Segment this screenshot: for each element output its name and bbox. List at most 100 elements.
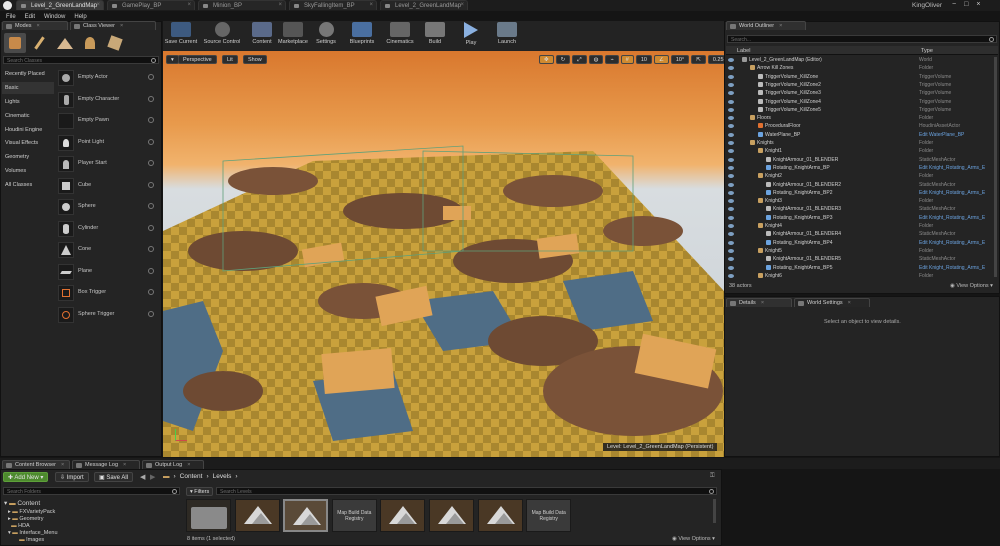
visibility-eye-icon[interactable] <box>728 190 734 195</box>
visibility-eye-icon[interactable] <box>728 66 734 71</box>
close-icon[interactable]: × <box>37 23 40 29</box>
close-icon[interactable]: × <box>96 2 100 8</box>
category-basic[interactable]: Basic <box>2 82 54 94</box>
geometry-mode-icon[interactable] <box>104 33 126 53</box>
translate-icon[interactable]: ✥ <box>539 55 554 64</box>
place-item-sphere[interactable]: Sphere <box>56 197 158 217</box>
breadcrumb-levels[interactable]: Levels <box>213 473 232 480</box>
place-item-empty-pawn[interactable]: Empty Pawn <box>56 111 158 131</box>
outliner-row[interactable]: Arrow Kill Zones Folder <box>726 64 996 72</box>
outliner-row[interactable]: TriggerVolume_KillZone5 TriggerVolume <box>726 106 996 114</box>
edit-blueprint-link[interactable]: Edit WaterPlane_BP <box>919 132 964 138</box>
level-asset-tile[interactable] <box>380 499 426 532</box>
close-icon[interactable]: × <box>187 2 191 8</box>
level-asset-tile[interactable] <box>234 499 280 532</box>
tree-content[interactable]: ▾ ▬ Content <box>4 499 40 507</box>
close-icon[interactable]: × <box>61 462 64 468</box>
visibility-eye-icon[interactable] <box>728 107 734 112</box>
info-icon[interactable] <box>148 182 154 188</box>
outliner-row[interactable]: Knight4 Folder <box>726 222 996 230</box>
column-type[interactable]: Type <box>921 48 933 54</box>
category-geometry[interactable]: Geometry <box>2 151 54 163</box>
surface-snap-icon[interactable]: ⌁ <box>605 55 619 64</box>
outliner-row[interactable]: KnightArmour_01_BLENDER5 StaticMeshActor <box>726 255 996 263</box>
tab-world-outliner[interactable]: World Outliner × <box>726 21 806 30</box>
close-icon[interactable]: × <box>120 23 123 29</box>
grid-snap-icon[interactable]: # <box>620 55 634 64</box>
outliner-row[interactable]: KnightArmour_01_BLENDER4 StaticMeshActor <box>726 230 996 238</box>
tab-details[interactable]: Details × <box>726 298 792 307</box>
visibility-eye-icon[interactable] <box>728 215 734 220</box>
visibility-eye-icon[interactable] <box>728 240 734 245</box>
category-cinematic[interactable]: Cinematic <box>2 110 54 122</box>
outliner-row[interactable]: Rotating_KnightArms_BP3 Edit Knight_Rotat… <box>726 214 996 222</box>
registry-asset-tile[interactable]: Map Build Data Registry <box>526 499 572 532</box>
edit-blueprint-link[interactable]: Edit Knight_Rotating_Arms_E <box>919 165 985 171</box>
tab-world-settings[interactable]: World Settings × <box>794 298 870 307</box>
menu-edit[interactable]: Edit <box>25 14 35 20</box>
doc-tab-5[interactable]: Level_2_GreenLandMap × <box>380 0 468 10</box>
outliner-row[interactable]: Knight6 Folder <box>726 272 996 280</box>
tree-geometry[interactable]: ▸ ▬ Geometry <box>8 516 43 522</box>
info-icon[interactable] <box>148 160 154 166</box>
place-item-plane[interactable]: Plane <box>56 262 158 282</box>
lit-button[interactable]: Lit <box>222 55 238 64</box>
place-item-point-light[interactable]: Point Light <box>56 133 158 153</box>
close-icon[interactable]: × <box>460 2 464 8</box>
place-item-cube[interactable]: Cube <box>56 176 158 196</box>
menu-file[interactable]: File <box>6 14 16 20</box>
maximize-icon[interactable]: □ <box>964 1 968 8</box>
outliner-row[interactable]: Rotating_KnightArms_BP2 Edit Knight_Rotat… <box>726 189 996 197</box>
place-item-box-trigger[interactable]: Box Trigger <box>56 283 158 303</box>
visibility-eye-icon[interactable] <box>728 132 734 137</box>
visibility-eye-icon[interactable] <box>728 99 734 104</box>
info-icon[interactable] <box>148 246 154 252</box>
play-button[interactable]: Play <box>457 22 485 50</box>
viewport-options-button[interactable]: ▾ <box>166 55 179 64</box>
outliner-view-options[interactable]: ◉ View Options ▾ <box>950 283 993 289</box>
marketplace-button[interactable]: Marketplace <box>277 22 309 50</box>
perspective-button[interactable]: Perspective <box>178 55 217 64</box>
show-button[interactable]: Show <box>243 55 267 64</box>
close-icon[interactable]: × <box>848 300 851 306</box>
outliner-row[interactable]: Rotating_KnightArms_BP Edit Knight_Rotati… <box>726 164 996 172</box>
visibility-eye-icon[interactable] <box>728 91 734 96</box>
tab-output-log[interactable]: Output Log × <box>142 460 204 469</box>
outliner-row[interactable]: Rotating_KnightArms_BP5 Edit Knight_Rotat… <box>726 264 996 272</box>
visibility-eye-icon[interactable] <box>728 199 734 204</box>
info-icon[interactable] <box>148 311 154 317</box>
info-icon[interactable] <box>148 96 154 102</box>
outliner-row[interactable]: Rotating_KnightArms_BP4 Edit Knight_Rotat… <box>726 239 996 247</box>
paint-mode-icon[interactable] <box>29 33 51 53</box>
visibility-eye-icon[interactable] <box>728 273 734 278</box>
doc-tab-2[interactable]: GamePlay_BP × <box>107 0 195 10</box>
doc-tab-1[interactable]: Level_2_GreenLandMap × <box>16 0 104 10</box>
tab-class-viewer[interactable]: Class Viewer × <box>70 21 156 30</box>
search-levels-input[interactable]: Search Levels <box>216 487 717 495</box>
doc-tab-4[interactable]: SkyFallingItem_BP × <box>289 0 377 10</box>
outliner-row[interactable]: Knight1 Folder <box>726 147 996 155</box>
level-asset-tile[interactable] <box>477 499 523 532</box>
visibility-eye-icon[interactable] <box>728 232 734 237</box>
settings-button[interactable]: Settings <box>313 22 339 50</box>
import-button[interactable]: ⇩ Import <box>55 472 89 482</box>
category-volumes[interactable]: Volumes <box>2 165 54 177</box>
close-icon[interactable]: × <box>187 462 190 468</box>
foliage-mode-icon[interactable] <box>79 33 101 53</box>
tab-message-log[interactable]: Message Log × <box>72 460 140 469</box>
visibility-eye-icon[interactable] <box>728 265 734 270</box>
grid-size[interactable]: 10 <box>635 55 652 64</box>
outliner-row[interactable]: TriggerVolume_KillZone3 TriggerVolume <box>726 89 996 97</box>
close-icon[interactable]: × <box>369 2 373 8</box>
outliner-row[interactable]: KnightArmour_01_BLENDER2 StaticMeshActor <box>726 181 996 189</box>
level-asset-tile[interactable] <box>429 499 474 532</box>
tab-modes[interactable]: Modes × <box>2 21 68 30</box>
visibility-eye-icon[interactable] <box>728 174 734 179</box>
close-icon[interactable]: × <box>278 2 282 8</box>
save-all-button[interactable]: ▣ Save All <box>94 472 134 482</box>
registry-asset-tile[interactable]: Map Build Data Registry <box>331 499 377 532</box>
tree-fxvarietypack[interactable]: ▸ ▬ FXVarietyPack <box>8 509 55 515</box>
visibility-eye-icon[interactable] <box>728 141 734 145</box>
visibility-eye-icon[interactable] <box>728 207 734 212</box>
place-item-cone[interactable]: Cone <box>56 240 158 260</box>
